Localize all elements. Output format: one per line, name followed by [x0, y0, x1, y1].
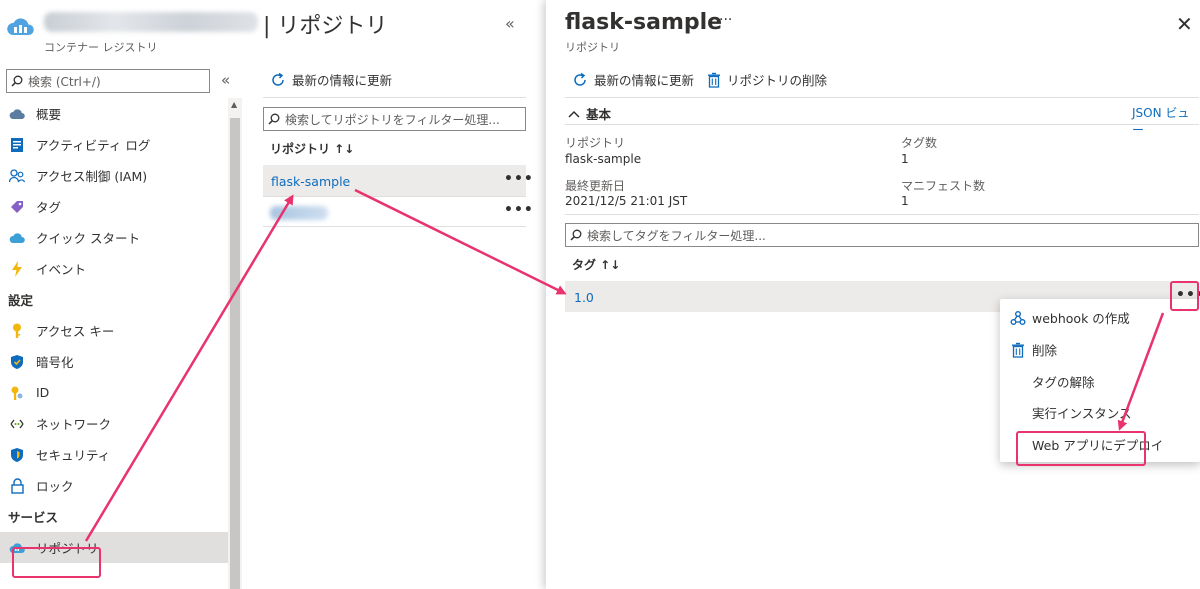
tag-icon	[8, 198, 26, 216]
activity-log-icon	[8, 136, 26, 154]
repository-name-redacted[interactable]	[270, 206, 328, 220]
webhook-icon	[1007, 310, 1029, 326]
nav-item-quickstart[interactable]: クイック スタート	[0, 222, 228, 253]
essentials-bottom-divider	[565, 214, 1199, 215]
shield-icon	[8, 353, 26, 371]
search-input[interactable]: 検索 (Ctrl+/)	[6, 69, 210, 93]
trash-icon	[1007, 342, 1029, 358]
nav-section-settings: 設定	[8, 293, 34, 308]
refresh-icon	[272, 72, 284, 86]
last-updated-value: 2021/12/5 21:01 JST	[565, 194, 688, 208]
nav-item-tags[interactable]: タグ	[0, 191, 228, 222]
resource-menu: 概要 アクティビティ ログ アクセス制御 (IAM) タグ クイック スタート …	[0, 98, 228, 589]
container-registry-icon	[6, 14, 36, 40]
search-icon	[570, 229, 582, 241]
menu-scrollbar-thumb[interactable]	[230, 118, 240, 589]
annotation-highlight-deploy	[1016, 431, 1146, 466]
scroll-up-arrow-icon[interactable]: ▲	[231, 100, 237, 109]
repository-label: リポジトリ	[565, 136, 626, 150]
cloud-icon	[8, 105, 26, 123]
repository-column-header[interactable]: リポジトリ ↑↓	[270, 140, 354, 157]
essentials-toggle[interactable]: 基本	[568, 104, 611, 123]
tag-count-label: タグ数	[901, 136, 938, 150]
nav-item-security[interactable]: セキュリティ	[0, 439, 228, 470]
detail-more-button[interactable]: ···	[719, 12, 732, 28]
json-view-link[interactable]: JSON ビュー	[1132, 104, 1200, 138]
detail-title: flask-sample	[565, 10, 723, 35]
toolbar-divider	[263, 97, 526, 98]
network-icon	[8, 415, 26, 433]
filter-placeholder: 検索してリポジトリをフィルター処理...	[285, 112, 500, 127]
menu-item-untag[interactable]: タグの解除	[1000, 366, 1200, 397]
search-icon	[268, 113, 280, 125]
collapse-menu-button[interactable]: «	[221, 71, 230, 89]
nav-item-identity[interactable]: ID	[0, 377, 228, 408]
essentials-divider	[565, 124, 1199, 125]
trash-icon	[708, 72, 720, 88]
close-icon[interactable]: ✕	[1176, 12, 1193, 36]
collapse-blade-button[interactable]: «	[505, 14, 515, 33]
registry-name-redacted	[44, 12, 258, 32]
nav-item-activity-log[interactable]: アクティビティ ログ	[0, 129, 228, 160]
key-icon	[8, 322, 26, 340]
search-placeholder: 検索 (Ctrl+/)	[28, 74, 101, 89]
nav-item-locks[interactable]: ロック	[0, 470, 228, 501]
registry-subtitle: コンテナー レジストリ	[44, 41, 158, 54]
tag-column-header[interactable]: タグ ↑↓	[572, 256, 620, 273]
repository-link-flask-sample[interactable]: flask-sample	[271, 174, 350, 189]
manifest-count-value: 1	[901, 194, 909, 208]
menu-item-delete[interactable]: 削除	[1000, 334, 1200, 365]
manifest-count-label: マニフェスト数	[901, 179, 986, 193]
nav-item-access-keys[interactable]: アクセス キー	[0, 315, 228, 346]
nav-item-overview[interactable]: 概要	[0, 98, 228, 129]
tag-count-value: 1	[901, 152, 909, 166]
annotation-highlight-more-button	[1170, 281, 1199, 311]
people-icon	[8, 167, 26, 185]
page-title: | リポジトリ	[263, 14, 388, 39]
delete-repository-button[interactable]: リポジトリの削除	[707, 70, 827, 89]
detail-refresh-button[interactable]: 最新の情報に更新	[572, 70, 694, 89]
detail-subtitle: リポジトリ	[565, 41, 620, 54]
nav-item-events[interactable]: イベント	[0, 253, 228, 284]
refresh-icon	[574, 72, 586, 86]
tag-link-1-0[interactable]: 1.0	[574, 290, 594, 305]
chevron-up-icon	[568, 110, 580, 118]
row-more-button[interactable]: •••	[504, 171, 534, 187]
search-icon	[11, 75, 23, 87]
nav-item-networking[interactable]: ネットワーク	[0, 408, 228, 439]
registry-blade: コンテナー レジストリ 検索 (Ctrl+/) « 概要 アクティビティ ログ …	[0, 0, 258, 589]
security-shield-icon	[8, 446, 26, 464]
tag-filter-input[interactable]: 検索してタグをフィルター処理...	[565, 223, 1199, 247]
annotation-highlight-repositories	[12, 547, 101, 578]
row-more-button[interactable]: •••	[504, 202, 534, 218]
refresh-button[interactable]: 最新の情報に更新	[270, 70, 392, 89]
nav-section-services: サービス	[8, 510, 59, 525]
row-divider	[263, 196, 526, 197]
identity-key-icon	[8, 384, 26, 402]
lightning-icon	[8, 260, 26, 278]
toolbar-divider	[565, 97, 1199, 98]
repository-filter-input[interactable]: 検索してリポジトリをフィルター処理...	[263, 107, 526, 131]
lock-icon	[8, 477, 26, 495]
nav-item-encryption[interactable]: 暗号化	[0, 346, 228, 377]
nav-item-iam[interactable]: アクセス制御 (IAM)	[0, 160, 228, 191]
last-updated-label: 最終更新日	[565, 179, 626, 193]
tag-filter-placeholder: 検索してタグをフィルター処理...	[587, 228, 766, 243]
cloud-quickstart-icon	[8, 229, 26, 247]
row-divider	[263, 226, 526, 227]
menu-item-run-instance[interactable]: 実行インスタンス	[1000, 397, 1200, 428]
repository-value: flask-sample	[565, 152, 642, 166]
